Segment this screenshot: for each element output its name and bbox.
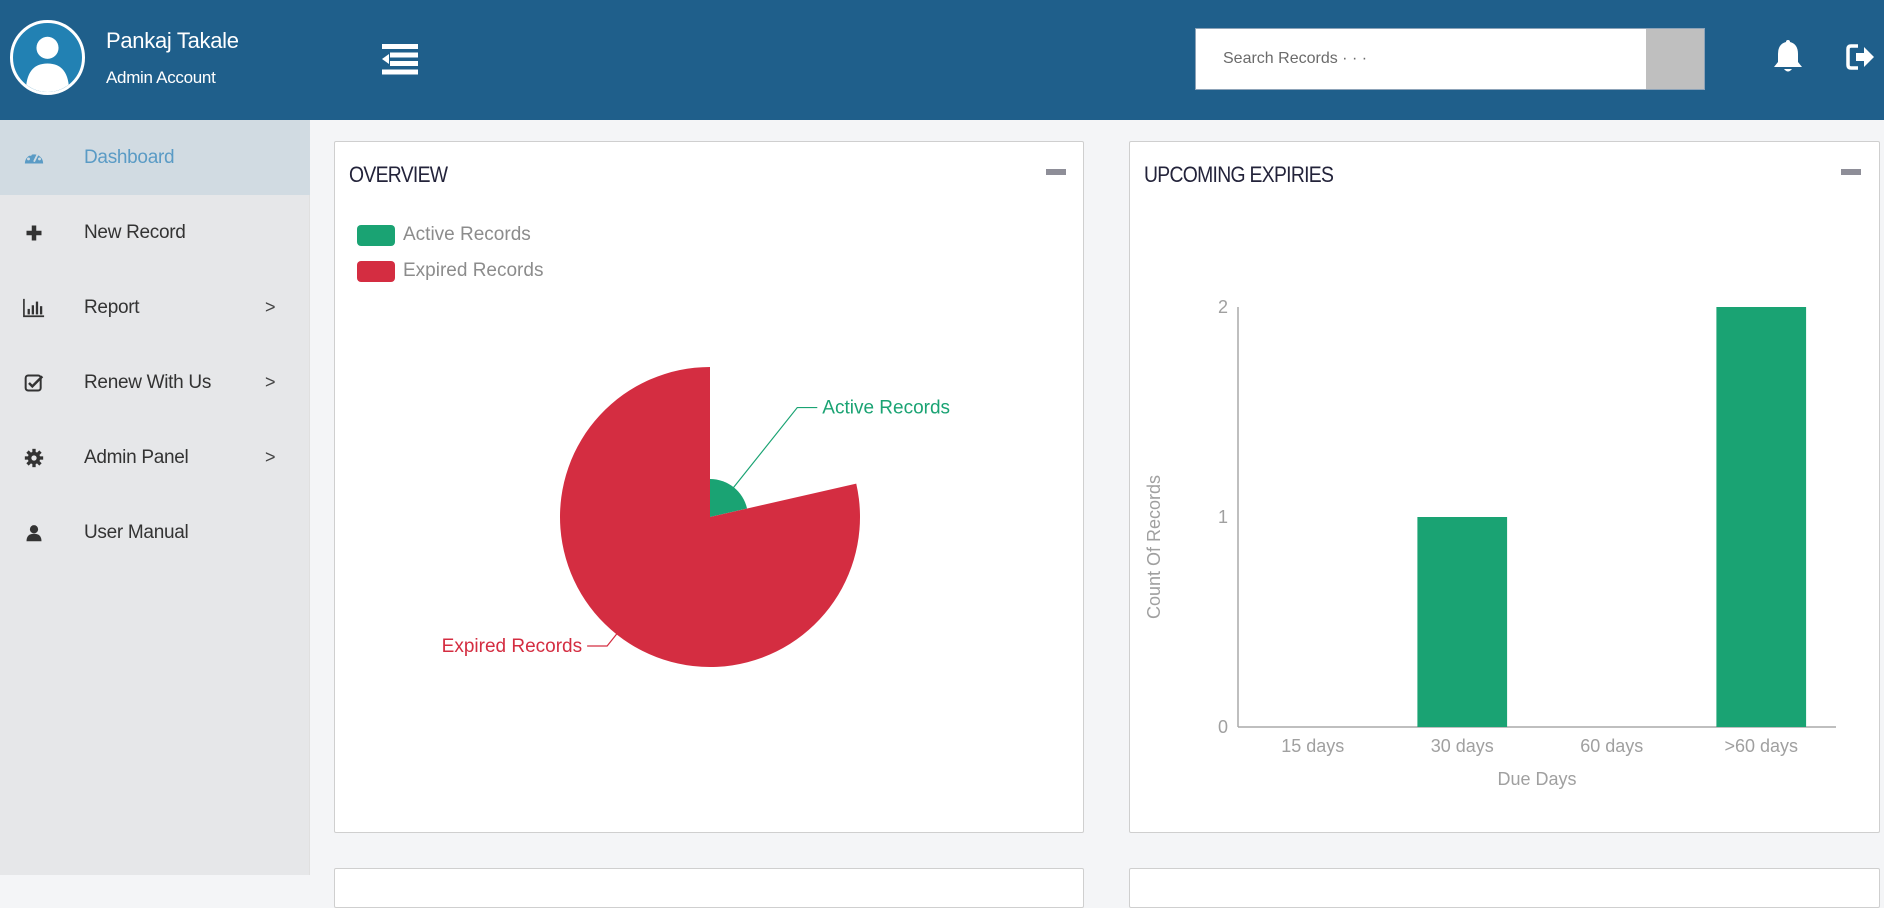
y-axis-label: Count Of Records (1144, 475, 1164, 619)
upcoming-expiries-panel: UPCOMING EXPIRIES 0 1 2 15 days 30 days 60 da… (1129, 141, 1880, 833)
chevron-right-icon: > (265, 297, 276, 317)
user-avatar-icon[interactable] (10, 20, 85, 95)
pie-label-expired: Expired Records (442, 636, 582, 657)
sidebar-item-dashboard[interactable]: Dashboard (0, 120, 310, 195)
check-square-icon (22, 371, 46, 395)
overview-panel: OVERVIEW Active Records Expired Records … (334, 141, 1084, 833)
notifications-button[interactable] (1772, 38, 1804, 74)
dashboard-gauge-icon (22, 146, 46, 170)
y-tick-label: 0 (1218, 717, 1228, 737)
sidebar-item-label: Dashboard (84, 146, 175, 168)
bar-chart-icon (22, 296, 46, 320)
sidebar-item-label: Report (84, 296, 140, 318)
bell-icon (1774, 40, 1802, 72)
plus-icon (22, 221, 46, 245)
pie-slice-expired[interactable] (560, 367, 860, 667)
sidebar-item-label: New Record (84, 221, 186, 243)
sidebar: Dashboard New Record Report > Renew With… (0, 120, 310, 875)
user-icon (22, 521, 46, 545)
pie-label-active: Active Records (822, 398, 950, 419)
search-button[interactable] (1646, 29, 1704, 89)
indent-menu-icon (382, 44, 418, 75)
sidebar-item-user-manual[interactable]: User Manual (0, 495, 310, 570)
sidebar-item-new-record[interactable]: New Record (0, 195, 310, 270)
chevron-right-icon: > (265, 372, 276, 392)
user-role: Admin Account (106, 68, 216, 87)
logout-button[interactable] (1846, 42, 1876, 72)
x-tick-label: 60 days (1580, 736, 1643, 756)
bar--60-days[interactable] (1716, 307, 1807, 727)
search-input[interactable] (1196, 29, 1646, 89)
pie-label-line-active (730, 406, 818, 491)
y-tick-label: 1 (1218, 507, 1228, 527)
sidebar-item-label: Renew With Us (84, 371, 212, 393)
sidebar-item-label: User Manual (84, 521, 189, 543)
sidebar-item-label: Admin Panel (84, 446, 189, 468)
x-tick-label: >60 days (1724, 736, 1798, 756)
top-header: Pankaj Takale Admin Account (0, 0, 1884, 120)
chevron-right-icon: > (265, 447, 276, 467)
sidebar-item-admin-panel[interactable]: Admin Panel > (0, 420, 310, 495)
upcoming-expiries-bar-chart: 0 1 2 15 days 30 days 60 days >60 days Due Day… (1144, 297, 1836, 789)
sidebar-item-renew-with-us[interactable]: Renew With Us > (0, 345, 310, 420)
user-name: Pankaj Takale (106, 28, 239, 53)
gear-icon (22, 446, 46, 470)
sidebar-item-report[interactable]: Report > (0, 270, 310, 345)
lower-left-panel (334, 868, 1084, 908)
x-tick-label: 15 days (1281, 736, 1344, 756)
lower-right-panel (1129, 868, 1880, 908)
overview-pie-chart: Active Records Expired Records (442, 367, 950, 667)
menu-toggle-button[interactable] (380, 43, 420, 75)
x-tick-label: 30 days (1431, 736, 1494, 756)
bar-30-days[interactable] (1417, 517, 1508, 727)
sign-out-icon (1846, 44, 1874, 70)
y-tick-label: 2 (1218, 297, 1228, 317)
search-box (1195, 28, 1705, 90)
x-axis-label: Due Days (1497, 769, 1576, 789)
